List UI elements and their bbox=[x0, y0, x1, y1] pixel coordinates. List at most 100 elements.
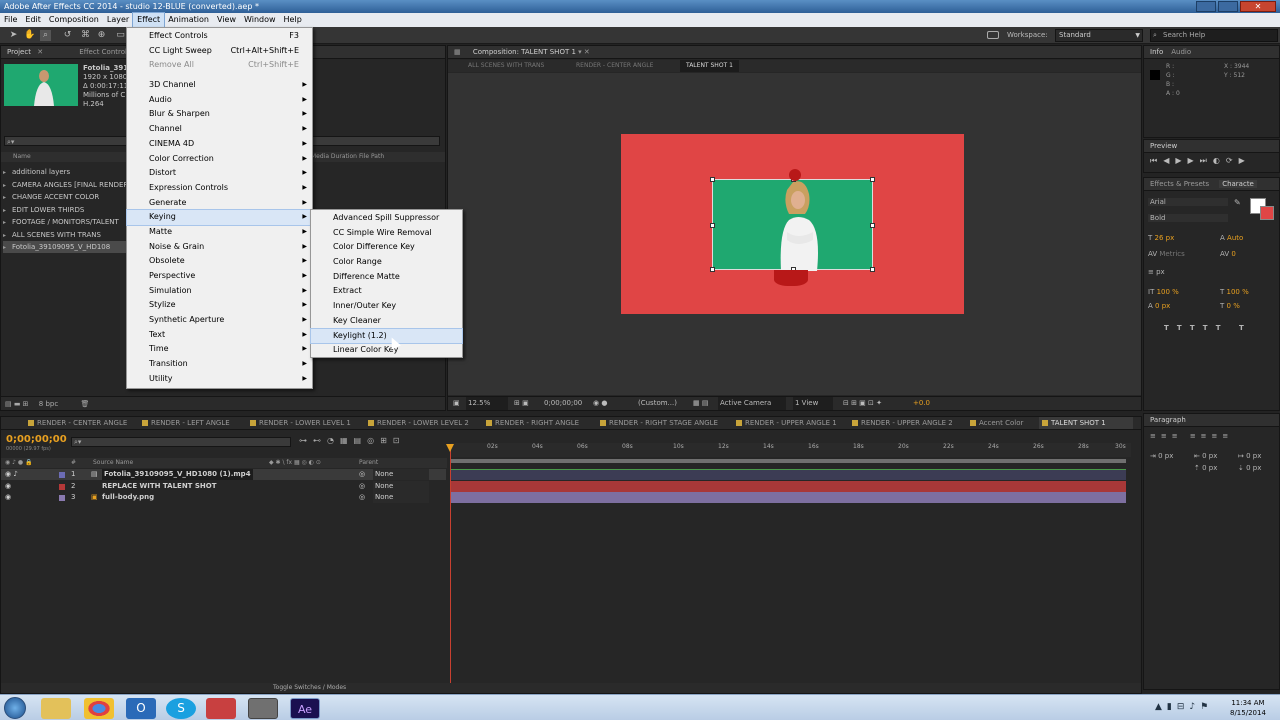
first-frame-icon[interactable]: ⏮ bbox=[1150, 156, 1163, 165]
tab-talent-shot-1[interactable]: TALENT SHOT 1 bbox=[1039, 417, 1133, 429]
transform-handle-icon[interactable] bbox=[870, 177, 875, 182]
menu-item-simulation[interactable]: Simulation ▶ bbox=[127, 284, 312, 299]
start-button-icon[interactable] bbox=[4, 697, 26, 719]
layer-bar-2[interactable] bbox=[451, 481, 1126, 492]
tab-info[interactable]: Info bbox=[1150, 48, 1163, 56]
playhead[interactable] bbox=[450, 445, 451, 685]
camera-tool-icon[interactable]: ⌘ bbox=[80, 30, 91, 41]
timeline-switch-icons[interactable]: ⊶⊷◔▦▤◎⊞⊡ bbox=[299, 436, 405, 445]
menu-item-cc-simple-wire-removal[interactable]: CC Simple Wire Removal bbox=[311, 226, 462, 241]
layer-bar-1[interactable] bbox=[451, 469, 1126, 480]
parent-select[interactable]: None bbox=[373, 492, 429, 503]
transform-handle-icon[interactable] bbox=[870, 223, 875, 228]
project-item-all-scenes[interactable]: ALL SCENES WITH TRANS bbox=[3, 229, 101, 241]
magnify-icon[interactable]: ▣ bbox=[453, 397, 460, 410]
after-effects-icon[interactable]: Ae bbox=[290, 698, 320, 719]
camera-select[interactable]: Active Camera bbox=[718, 397, 786, 410]
layer-row-2[interactable]: ◉ 2 REPLACE WITH TALENT SHOT ◎ None bbox=[1, 481, 446, 492]
space-after[interactable]: ⇣ 0 px bbox=[1238, 464, 1261, 472]
transform-handle-icon[interactable] bbox=[710, 267, 715, 272]
mail-icon[interactable] bbox=[206, 698, 236, 719]
loop-icon[interactable]: ⟳ bbox=[1226, 156, 1239, 165]
col-media-duration[interactable]: Media Duration bbox=[311, 152, 357, 162]
menu-composition[interactable]: Composition bbox=[45, 13, 103, 27]
toggle-switches-modes-button[interactable]: Toggle Switches / Modes bbox=[273, 683, 346, 693]
text-style-buttons[interactable]: TTTTT T bbox=[1164, 324, 1252, 332]
col-name[interactable]: Name bbox=[13, 152, 31, 162]
tab-preview[interactable]: Preview bbox=[1150, 142, 1177, 150]
menu-effect[interactable]: Effect bbox=[132, 12, 166, 28]
parent-pick-whip-icon[interactable]: ◎ bbox=[359, 492, 365, 503]
menu-item-utility[interactable]: Utility ▶ bbox=[127, 372, 312, 387]
kerning-value[interactable]: Metrics bbox=[1159, 250, 1184, 258]
bit-depth-button[interactable]: 8 bpc bbox=[39, 400, 58, 408]
menu-item-extract[interactable]: Extract bbox=[311, 284, 462, 299]
tab-render-upper-1[interactable]: RENDER - UPPER ANGLE 1 bbox=[733, 417, 837, 429]
explorer-icon[interactable] bbox=[41, 698, 71, 719]
last-frame-icon[interactable]: ⏭ bbox=[1200, 156, 1213, 165]
exposure-value[interactable]: +0.0 bbox=[913, 397, 930, 410]
clock[interactable]: 11:34 AM 8/15/2014 bbox=[1230, 698, 1266, 718]
menu-view[interactable]: View bbox=[213, 13, 240, 27]
visibility-icon[interactable]: ◉ bbox=[5, 481, 11, 492]
rotate-tool-icon[interactable]: ↺ bbox=[62, 30, 73, 41]
indent-right[interactable]: ↦ 0 px bbox=[1238, 452, 1261, 460]
workspace-select[interactable]: Standard ▼ bbox=[1055, 29, 1143, 42]
menu-item-remove-all[interactable]: Remove All Ctrl+Shift+E bbox=[127, 58, 312, 73]
menu-item-linear-color-key[interactable]: Linear Color Key bbox=[311, 343, 462, 358]
menu-item-difference-matte[interactable]: Difference Matte bbox=[311, 270, 462, 285]
view-layout-select[interactable]: 1 View bbox=[793, 397, 833, 410]
work-area-bar[interactable] bbox=[451, 459, 1126, 463]
layer-label-color[interactable] bbox=[59, 472, 65, 478]
parent-select[interactable]: None bbox=[373, 469, 429, 480]
menu-item-keying[interactable]: Keying ▶ bbox=[126, 209, 313, 226]
parent-pick-whip-icon[interactable]: ◎ bbox=[359, 469, 365, 480]
playhead-handle-icon[interactable] bbox=[446, 444, 454, 452]
transform-handle-icon[interactable] bbox=[710, 177, 715, 182]
menu-item-inner-outer-key[interactable]: Inner/Outer Key bbox=[311, 299, 462, 314]
font-style-select[interactable]: Bold bbox=[1148, 214, 1228, 222]
breadcrumb-talent-shot[interactable]: TALENT SHOT 1 bbox=[680, 60, 739, 72]
close-icon[interactable]: ✕ bbox=[37, 48, 43, 56]
col-source-name[interactable]: Source Name bbox=[93, 458, 133, 468]
view-options-icon[interactable]: ⊟ ⊞ ▣ ⊡ ✦ bbox=[843, 397, 882, 410]
mask-tool-icon[interactable]: ▭ bbox=[115, 30, 126, 41]
space-before[interactable]: ⇡ 0 px bbox=[1194, 464, 1217, 472]
col-parent[interactable]: Parent bbox=[359, 458, 378, 468]
menu-item-color-range[interactable]: Color Range bbox=[311, 255, 462, 270]
timeline-search-input[interactable]: ⌕▾ bbox=[71, 437, 291, 447]
tab-project[interactable]: Project bbox=[7, 48, 31, 56]
audio-icon[interactable]: ◐ bbox=[1213, 156, 1226, 165]
comp-tab-label[interactable]: Composition: TALENT SHOT 1 bbox=[473, 48, 576, 56]
project-item-additional-layers[interactable]: additional layers bbox=[3, 166, 70, 178]
vertical-scale-value[interactable]: 100 % bbox=[1157, 288, 1179, 296]
menu-item-keylight[interactable]: Keylight (1.2) bbox=[310, 327, 463, 345]
maximize-button[interactable] bbox=[1218, 1, 1238, 12]
trash-icon[interactable]: 🗑 bbox=[80, 400, 89, 408]
tracking-value[interactable]: 0 bbox=[1231, 250, 1235, 258]
tab-render-center[interactable]: RENDER - CENTER ANGLE bbox=[25, 417, 127, 429]
stroke-width-unit[interactable]: px bbox=[1156, 268, 1165, 276]
menu-item-obsolete[interactable]: Obsolete ▶ bbox=[127, 254, 312, 269]
layer-name[interactable]: REPLACE WITH TALENT SHOT bbox=[102, 481, 217, 492]
indent-left-value[interactable]: 0 px bbox=[1158, 452, 1173, 460]
current-time[interactable]: 0;00;00;00 bbox=[544, 397, 582, 410]
menu-item-advanced-spill-suppressor[interactable]: Advanced Spill Suppressor bbox=[311, 211, 462, 226]
menu-item-text[interactable]: Text ▶ bbox=[127, 328, 312, 343]
green-screen-layer[interactable] bbox=[710, 177, 875, 272]
pan-behind-tool-icon[interactable]: ⊕ bbox=[96, 30, 107, 41]
menu-item-audio[interactable]: Audio ▶ bbox=[127, 93, 312, 108]
visibility-icon[interactable]: ◉ bbox=[5, 492, 11, 503]
tab-render-lower-2[interactable]: RENDER - LOWER LEVEL 2 bbox=[365, 417, 469, 429]
minimize-button[interactable] bbox=[1196, 1, 1216, 12]
project-item-edit-lower-thirds[interactable]: EDIT LOWER THIRDS bbox=[3, 204, 84, 216]
tab-audio[interactable]: Audio bbox=[1171, 48, 1191, 56]
menu-item-transition[interactable]: Transition ▶ bbox=[127, 357, 312, 372]
align-buttons[interactable]: ≡≡≡ ≡≡≡≡ bbox=[1150, 432, 1233, 440]
parent-select[interactable]: None bbox=[373, 481, 429, 492]
leading-value[interactable]: Auto bbox=[1227, 234, 1243, 242]
menu-layer[interactable]: Layer bbox=[103, 13, 133, 27]
layer-label-color[interactable] bbox=[59, 484, 65, 490]
chrome-icon[interactable] bbox=[84, 698, 114, 719]
menu-item-generate[interactable]: Generate ▶ bbox=[127, 196, 312, 211]
